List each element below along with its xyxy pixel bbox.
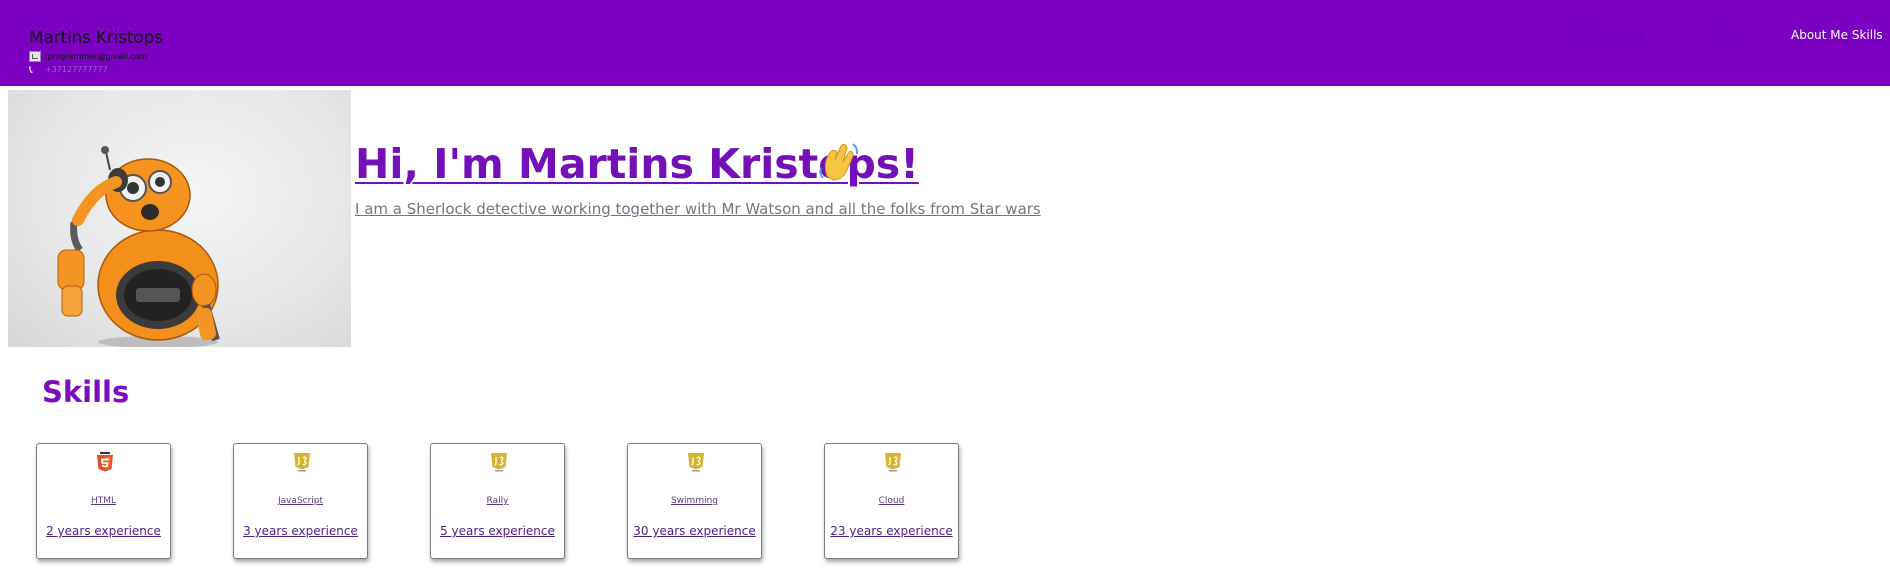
skill-card-cloud[interactable]: Cloud 23 years experience [824,443,959,559]
hero-subtitle[interactable]: I am a Sherlock detective working togeth… [355,200,1041,218]
skill-name[interactable]: Rally [431,496,564,506]
nav-blog[interactable]: Blog [1711,28,1738,42]
contact-email[interactable]: jprogrammer@gmail.com [29,50,147,63]
nav-about-me-skills[interactable]: About Me Skills [1791,28,1883,42]
orange-robot-image [8,90,351,347]
html5-icon [96,452,114,472]
email-text[interactable]: jprogrammer@gmail.com [45,52,147,61]
site-owner-name: Martins Kristops [29,28,163,48]
js-icon [293,452,311,472]
contact-phone[interactable]: 📞︎ +37127777777 [29,63,108,76]
skill-experience[interactable]: 30 years experience [628,524,761,538]
skill-name[interactable]: JavaScript [234,496,367,506]
phone-text[interactable]: +37127777777 [45,65,108,74]
skill-experience[interactable]: 23 years experience [825,524,958,538]
skill-name[interactable]: Swimming [628,496,761,506]
skill-name[interactable]: HTML [37,496,170,506]
nav-testimonials[interactable]: Testimonials [1571,28,1645,42]
phone-icon: 📞︎ [29,63,33,76]
waving-hand-icon [817,140,861,184]
js-icon [490,452,508,472]
skill-card-rally[interactable]: Rally 5 years experience [430,443,565,559]
js-icon [687,452,705,472]
skill-card-swimming[interactable]: Swimming 30 years experience [627,443,762,559]
site-header: Martins Kristops jprogrammer@gmail.com 📞… [0,0,1890,86]
js-icon [884,452,902,472]
skill-experience[interactable]: 5 years experience [431,524,564,538]
skill-card-javascript[interactable]: JavaScript 3 years experience [233,443,368,559]
email-icon [29,51,41,62]
skill-experience[interactable]: 3 years experience [234,524,367,538]
skill-card-html[interactable]: HTML 2 years experience [36,443,171,559]
skill-name[interactable]: Cloud [825,496,958,506]
skill-experience[interactable]: 2 years experience [37,524,170,538]
skills-heading: Skills [42,375,130,409]
